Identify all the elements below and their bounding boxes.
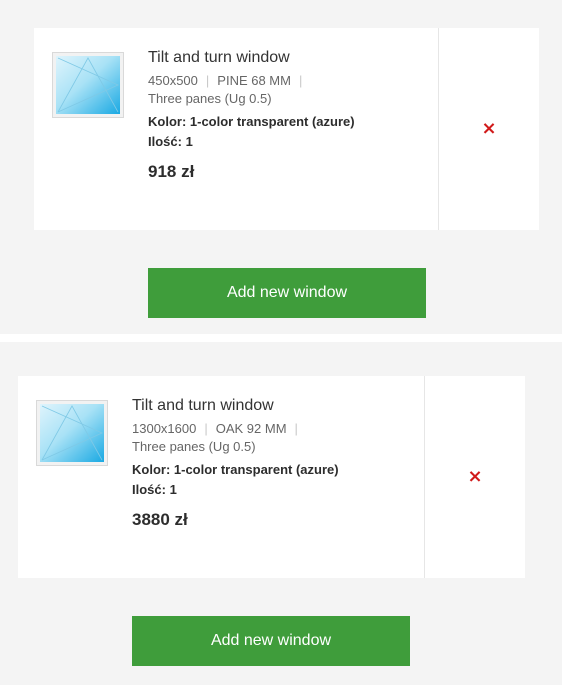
item-specs: 1300x1600 | OAK 92 MM | [132,420,339,438]
separator: | [294,421,298,436]
cart-panel-2: Tilt and turn window 1300x1600 | OAK 92 MM… [0,342,562,685]
item-specs: 450x500 | PINE 68 MM | [148,72,355,90]
item-color: Kolor: 1-color transparent (azure) [148,114,355,129]
item-price: 918 zł [148,162,195,181]
item-quantity: Ilość: 1 [132,482,177,497]
item-title: Tilt and turn window [148,49,290,66]
item-profile: PINE 68 MM [217,73,291,88]
cart-panel-1: Tilt and turn window 450x500 | PINE 68 MM |… [0,0,562,334]
item-dimensions: 450x500 [148,73,198,88]
add-new-window-button[interactable]: Add new window [148,268,426,318]
cart-item-details: Tilt and turn window 450x500 | PINE 68 MM |… [34,28,439,230]
item-glazing: Three panes (Ug 0.5) [148,91,272,106]
item-glazing: Three panes (Ug 0.5) [132,439,256,454]
window-thumbnail-icon [36,400,108,466]
cart-item-card: Tilt and turn window 450x500 | PINE 68 MM |… [34,28,539,230]
add-new-window-button[interactable]: Add new window [132,616,410,666]
close-icon[interactable]: × [467,468,482,486]
item-title: Tilt and turn window [132,397,274,414]
close-icon[interactable]: × [481,120,496,138]
window-thumbnail-icon [52,52,124,118]
item-info: Tilt and turn window 1300x1600 | OAK 92 MM… [132,396,339,530]
cart-item-details: Tilt and turn window 1300x1600 | OAK 92 MM… [18,376,425,578]
remove-cell: × [439,28,539,230]
separator: | [298,73,303,88]
item-price: 3880 zł [132,510,188,529]
separator: | [205,73,210,88]
separator: | [204,421,208,436]
remove-cell: × [425,376,525,578]
item-info: Tilt and turn window 450x500 | PINE 68 MM |… [148,48,355,182]
item-color: Kolor: 1-color transparent (azure) [132,462,339,477]
cart-item-card: Tilt and turn window 1300x1600 | OAK 92 MM… [18,376,525,578]
item-quantity: Ilość: 1 [148,134,193,149]
item-dimensions: 1300x1600 [132,421,197,436]
item-profile: OAK 92 MM [215,421,287,436]
